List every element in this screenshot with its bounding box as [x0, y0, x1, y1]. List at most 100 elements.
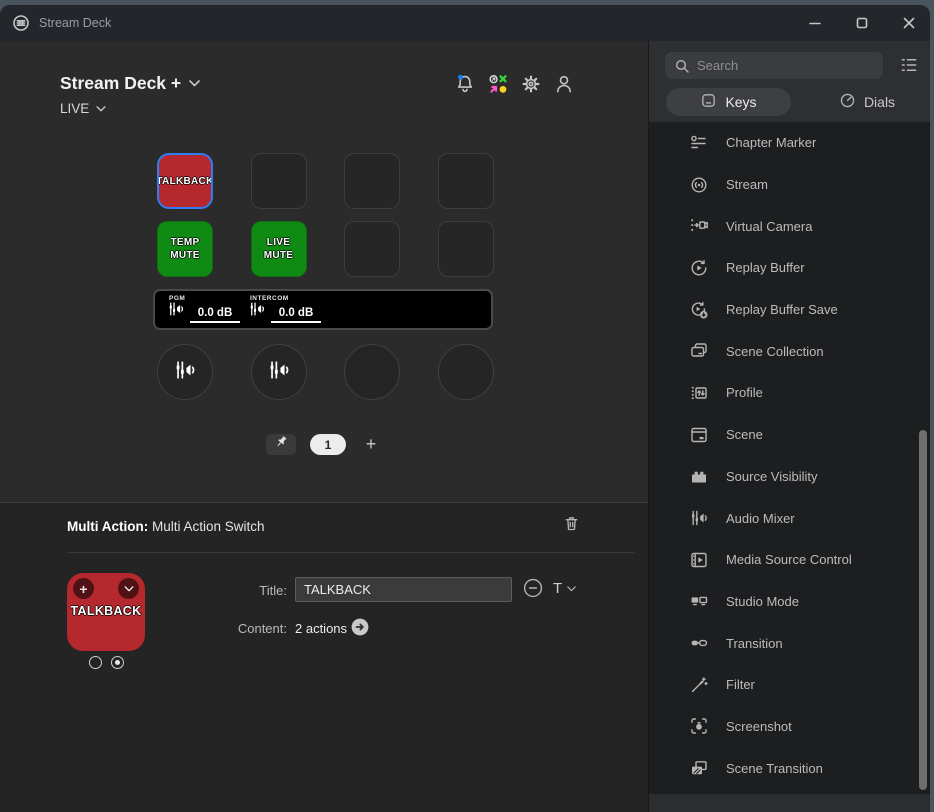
notifications-bell-icon[interactable]: [452, 71, 477, 96]
settings-gear-icon[interactable]: [518, 71, 543, 96]
sidebar-item-stream[interactable]: Stream: [649, 164, 930, 206]
search-input[interactable]: [665, 52, 883, 79]
lcd-touch-strip[interactable]: PGM 0.0 dB: [153, 289, 493, 330]
dial-empty[interactable]: [344, 344, 400, 400]
maximize-button[interactable]: [855, 16, 869, 30]
close-button[interactable]: [902, 16, 916, 30]
lcd-segment-pgm[interactable]: PGM 0.0 dB: [167, 291, 247, 328]
device-selector[interactable]: Stream Deck +: [60, 73, 200, 94]
sidebar-item-source-visibility[interactable]: Source Visibility: [649, 456, 930, 498]
sidebar-item-label: Transition: [726, 636, 783, 651]
dial-empty[interactable]: [438, 344, 494, 400]
profile-selector[interactable]: LIVE: [60, 101, 200, 116]
key-empty[interactable]: [438, 221, 494, 277]
tab-keys[interactable]: Keys: [666, 88, 791, 116]
title-field-label: Title:: [200, 583, 287, 598]
title-input[interactable]: [295, 577, 512, 602]
key-empty[interactable]: [438, 153, 494, 209]
open-content-button[interactable]: [350, 617, 370, 637]
actions-sidebar: Keys Dials: [648, 41, 930, 812]
audio-mixer-icon: [173, 358, 197, 387]
key-empty[interactable]: [251, 153, 307, 209]
key-label: MUTE: [170, 249, 200, 262]
link-circle-icon: [521, 576, 545, 605]
sidebar-item-label: Scene: [726, 427, 763, 442]
state-selector: [89, 656, 124, 669]
tab-dials[interactable]: Dials: [817, 88, 917, 116]
replay-buffer-icon: [689, 258, 709, 278]
preview-key-title: TALKBACK: [67, 604, 145, 618]
sidebar-item-virtual-camera[interactable]: Virtual Camera: [649, 205, 930, 247]
add-state-button[interactable]: +: [73, 578, 94, 599]
sidebar-item-studio-mode[interactable]: Studio Mode: [649, 581, 930, 623]
sidebar-item-scene[interactable]: Scene: [649, 414, 930, 456]
lcd-segment-value: 0.0 dB: [271, 307, 321, 323]
font-style-button[interactable]: T: [553, 580, 576, 597]
audio-mixer-icon: [267, 358, 291, 387]
studio-mode-icon: [689, 591, 709, 611]
minimize-button[interactable]: [808, 16, 822, 30]
titlebar: Stream Deck: [0, 5, 930, 41]
key-talkback[interactable]: TALKBACK: [157, 153, 213, 209]
tab-keys-label: Keys: [725, 94, 756, 110]
scrollbar-thumb[interactable]: [919, 430, 927, 790]
search-icon: [674, 58, 690, 79]
sidebar-item-profile[interactable]: Profile: [649, 372, 930, 414]
tab-dials-label: Dials: [864, 94, 895, 110]
chevron-down-icon: [189, 80, 200, 87]
dial-audio-mixer-2[interactable]: [251, 344, 307, 400]
audio-mixer-icon: [167, 300, 185, 323]
page-bar: 1 +: [0, 434, 648, 455]
state-radio-2[interactable]: [111, 656, 124, 669]
scene-icon: [689, 425, 709, 445]
key-empty[interactable]: [344, 153, 400, 209]
stream-deck-logo-icon: [12, 14, 30, 32]
sidebar-item-chapter-marker[interactable]: Chapter Marker: [649, 122, 930, 164]
search-box[interactable]: [665, 52, 883, 79]
dial-row: [157, 344, 494, 400]
sidebar-item-transition[interactable]: Transition: [649, 622, 930, 664]
sidebar-item-filter[interactable]: Filter: [649, 664, 930, 706]
divider: [67, 552, 634, 553]
page-indicator[interactable]: 1: [310, 434, 346, 455]
sidebar-item-scene-transition[interactable]: Scene Transition: [649, 747, 930, 789]
pin-page-button[interactable]: [266, 434, 296, 455]
delete-action-button[interactable]: [560, 515, 582, 537]
marketplace-icon[interactable]: [485, 71, 510, 96]
property-inspector: Multi Action: Multi Action Switch + T: [0, 502, 648, 812]
page-number: 1: [325, 438, 332, 452]
sidebar-item-label: Replay Buffer Save: [726, 302, 838, 317]
sidebar-item-replay-buffer-save[interactable]: Replay Buffer Save: [649, 289, 930, 331]
sidebar-item-label: Profile: [726, 385, 763, 400]
sidebar-item-screenshot[interactable]: Screenshot: [649, 706, 930, 748]
action-type-value: Multi Action Switch: [152, 519, 265, 534]
sidebar-item-label: Chapter Marker: [726, 135, 816, 150]
sidebar-item-audio-mixer[interactable]: Audio Mixer: [649, 497, 930, 539]
action-library-list-icon[interactable]: [898, 54, 920, 76]
audio-mixer-icon: [248, 300, 266, 323]
sidebar-item-replay-buffer[interactable]: Replay Buffer: [649, 247, 930, 289]
action-key-preview[interactable]: + TALKBACK: [67, 573, 145, 651]
account-person-icon[interactable]: [551, 71, 576, 96]
key-temp-mute[interactable]: TEMP MUTE: [157, 221, 213, 277]
state-menu-button[interactable]: [118, 578, 139, 599]
link-title-button[interactable]: [521, 578, 545, 602]
scene-transition-icon: [689, 758, 709, 778]
scene-collection-icon: [689, 341, 709, 361]
key-live-mute[interactable]: LIVE MUTE: [251, 221, 307, 277]
lcd-segment-intercom[interactable]: INTERCOM 0.0 d: [248, 291, 328, 328]
key-empty[interactable]: [344, 221, 400, 277]
font-button-label: T: [553, 580, 562, 597]
dial-audio-mixer-1[interactable]: [157, 344, 213, 400]
screenshot-icon: [689, 716, 709, 736]
filter-wand-icon: [689, 675, 709, 695]
audio-mixer-icon: [689, 508, 709, 528]
sidebar-item-scene-collection[interactable]: Scene Collection: [649, 330, 930, 372]
state-radio-1[interactable]: [89, 656, 102, 669]
media-source-control-icon: [689, 550, 709, 570]
add-page-button[interactable]: +: [360, 434, 382, 455]
key-grid: TALKBACK TEMP MUTE LIVE MUTE: [157, 153, 494, 277]
sidebar-item-label: Virtual Camera: [726, 219, 812, 234]
device-name: Stream Deck +: [60, 73, 181, 94]
sidebar-item-media-source-control[interactable]: Media Source Control: [649, 539, 930, 581]
